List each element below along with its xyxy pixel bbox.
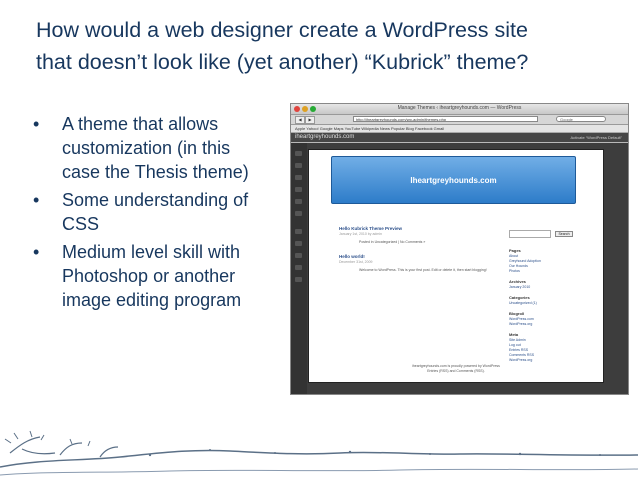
bullet-list: • A theme that allows customization (in … — [30, 112, 280, 316]
post-title[interactable]: Hello world! — [339, 254, 489, 259]
post: Hello world! December 31st, 2009 Welcome… — [339, 254, 489, 272]
posts-icon[interactable] — [295, 163, 302, 168]
activate-theme-link[interactable]: Activate “WordPress Default” — [571, 135, 623, 140]
admin-site-name[interactable]: iheartgreyhounds.com — [295, 134, 354, 140]
slide-title-line-1: How would a web designer create a WordPr… — [36, 18, 528, 42]
sidebar-list: WordPress.com WordPress.org — [509, 317, 574, 327]
plugins-icon[interactable] — [295, 241, 302, 246]
comments-icon[interactable] — [295, 211, 302, 216]
sidebar-list: January 2010 — [509, 285, 574, 290]
post-list: Hello Kubrick Theme Preview January 1st,… — [339, 226, 489, 272]
users-icon[interactable] — [295, 253, 302, 258]
pages-icon[interactable] — [295, 199, 302, 204]
post-meta: January 1st, 2010 by admin — [339, 232, 382, 236]
dashboard-icon[interactable] — [295, 151, 302, 156]
sidebar-list: Site Admin Log out Entries RSS Comments … — [509, 338, 574, 363]
bullet-item: • A theme that allows customization (in … — [30, 112, 280, 184]
browser-window-title: Manage Themes ‹ iheartgreyhounds.com — W… — [397, 105, 522, 111]
browser-titlebar: Manage Themes ‹ iheartgreyhounds.com — W… — [291, 104, 628, 115]
theme-preview: Iheartgreyhounds.com Hello Kubrick Theme… — [308, 149, 604, 383]
bullet-text: image editing program — [62, 290, 242, 310]
wp-admin-header: iheartgreyhounds.com Activate “WordPress… — [291, 133, 628, 142]
appearance-icon[interactable] — [295, 229, 302, 234]
blog-sidebar: Search Pages About Greyhound Adoption Ou… — [509, 225, 574, 363]
bullet-text: Some understanding of — [62, 190, 249, 210]
bullet-dot-icon: • — [33, 242, 40, 262]
sidebar-heading: Pages — [509, 248, 521, 253]
bookmarks-bar[interactable]: Apple Yahoo! Google Maps YouTube Wikiped… — [291, 125, 628, 133]
footer-text: Entries (RSS) and Comments (RSS). — [427, 369, 485, 373]
bullet-item: • Some understanding of CSS — [30, 188, 280, 236]
sidebar-list: About Greyhound Adoption Our Hounds Phot… — [509, 254, 574, 274]
settings-icon[interactable] — [295, 277, 302, 282]
slide-title-line-2: that doesn’t look like (yet another) “Ku… — [36, 50, 529, 74]
browser-search-field[interactable]: Google — [556, 116, 606, 122]
links-icon[interactable] — [295, 187, 302, 192]
bullet-text: Photoshop or another — [62, 266, 236, 286]
post: Hello Kubrick Theme Preview January 1st,… — [339, 226, 489, 244]
admin-menu — [291, 143, 307, 394]
back-button[interactable]: ◀ — [295, 116, 305, 124]
sidebar-search-button[interactable]: Search — [555, 230, 573, 237]
tools-icon[interactable] — [295, 265, 302, 270]
sidebar-search: Search — [509, 225, 574, 243]
sidebar-search-input[interactable] — [509, 229, 551, 238]
bullet-text: customization (in this — [62, 138, 231, 158]
sidebar-heading: Blogroll — [509, 311, 525, 316]
sidebar-heading: Archives — [509, 279, 526, 284]
bullet-item: • Medium level skill with Photoshop or a… — [30, 240, 280, 312]
bullet-text: Medium level skill with — [62, 242, 241, 262]
post-title[interactable]: Hello Kubrick Theme Preview — [339, 226, 489, 231]
bullet-text: CSS — [62, 214, 100, 234]
branch-decoration-icon — [0, 430, 638, 476]
embedded-screenshot: Manage Themes ‹ iheartgreyhounds.com — W… — [290, 103, 629, 395]
forward-button[interactable]: ▶ — [305, 116, 315, 124]
post-meta: December 31st, 2009 — [339, 260, 373, 264]
site-header-banner: Iheartgreyhounds.com — [331, 156, 576, 204]
sidebar-link[interactable]: WordPress.org — [509, 322, 574, 327]
sidebar-link[interactable]: January 2010 — [509, 285, 574, 290]
browser-toolbar: ◀ ▶ http://iheartgreyhounds.com/wp-admin… — [291, 115, 628, 125]
wp-admin-body: Iheartgreyhounds.com Hello Kubrick Theme… — [291, 143, 628, 394]
bullet-dot-icon: • — [33, 190, 40, 210]
site-header-title[interactable]: Iheartgreyhounds.com — [332, 176, 575, 185]
slide-title: How would a web designer create a WordPr… — [36, 14, 616, 78]
sidebar-list: Uncategorized (1) — [509, 301, 574, 306]
sidebar-link[interactable]: WordPress.org — [509, 358, 574, 363]
bullet-text: A theme that allows — [62, 114, 219, 134]
sidebar-link[interactable]: Photos — [509, 269, 574, 274]
preview-footer: iheartgreyhounds.com is proudly powered … — [339, 364, 573, 374]
address-bar[interactable]: http://iheartgreyhounds.com/wp-admin/the… — [353, 116, 538, 122]
sidebar-link[interactable]: Uncategorized (1) — [509, 301, 574, 306]
post-body: Welcome to WordPress. This is your first… — [359, 268, 487, 272]
bullet-dot-icon: • — [33, 114, 40, 134]
sidebar-heading: Categories — [509, 295, 530, 300]
bullet-text: case the Thesis theme) — [62, 162, 249, 182]
sidebar-heading: Meta — [509, 332, 519, 337]
media-icon[interactable] — [295, 175, 302, 180]
